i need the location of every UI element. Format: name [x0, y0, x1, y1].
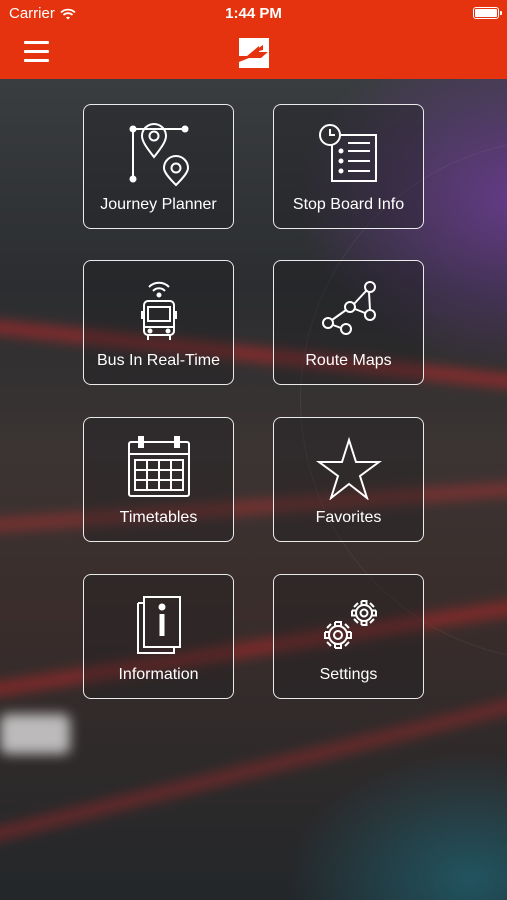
- status-time: 1:44 PM: [225, 5, 282, 22]
- star-icon: [315, 436, 382, 500]
- tile-label: Information: [118, 666, 199, 683]
- bus-real-time-button[interactable]: Bus In Real-Time: [83, 260, 234, 385]
- route-pins-icon: [129, 123, 189, 187]
- bus-wifi-icon: [140, 281, 177, 340]
- clock-list-icon: [318, 124, 377, 182]
- timetables-button[interactable]: Timetables: [83, 417, 234, 542]
- tile-label: Bus In Real-Time: [97, 352, 220, 369]
- info-document-icon: [136, 596, 181, 654]
- train-background: [0, 79, 507, 900]
- settings-button[interactable]: Settings: [273, 574, 424, 699]
- favorites-button[interactable]: Favorites: [273, 417, 424, 542]
- route-maps-button[interactable]: Route Maps: [273, 260, 424, 385]
- app-logo-icon: [239, 38, 269, 68]
- tile-label: Stop Board Info: [292, 196, 405, 213]
- share-nodes-icon: [321, 281, 376, 335]
- journey-planner-button[interactable]: Journey Planner: [83, 104, 234, 229]
- gears-icon: [323, 600, 377, 649]
- tile-label: Favorites: [315, 509, 382, 526]
- calendar-icon: [127, 436, 190, 497]
- stop-board-info-button[interactable]: Stop Board Info: [273, 104, 424, 229]
- nav-bar: [0, 28, 507, 79]
- tile-label: Timetables: [119, 509, 198, 526]
- hamburger-menu-icon[interactable]: [24, 40, 50, 62]
- tile-label: Settings: [319, 666, 378, 683]
- status-bar: Carrier 1:44 PM: [0, 0, 507, 28]
- tile-label: Route Maps: [305, 352, 392, 369]
- battery-icon: [473, 7, 502, 19]
- tile-label: Journey Planner: [100, 196, 217, 213]
- information-button[interactable]: Information: [83, 574, 234, 699]
